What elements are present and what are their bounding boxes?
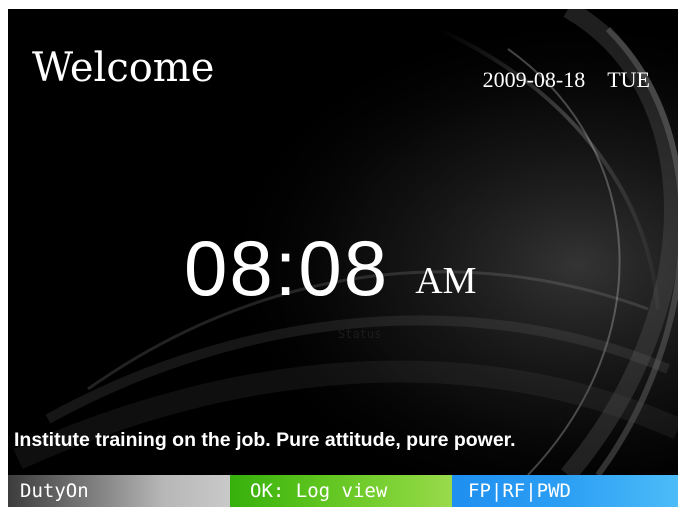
verify-mode-softkey[interactable]: FP|RF|PWD <box>452 475 678 507</box>
scrolling-message: Institute training on the job. Pure atti… <box>14 429 516 451</box>
date-display: 2009-08-18 TUE <box>483 67 650 93</box>
attendance-terminal-screen: Welcome 2009-08-18 TUE 08:08 AM Status Ins… <box>8 9 678 507</box>
clock-display: 08:08 AM <box>184 223 476 314</box>
date-value: 2009-08-18 <box>482 67 586 92</box>
softkey-bar: DutyOn OK: Log view FP|RF|PWD <box>8 475 678 507</box>
clock-meridiem: AM <box>415 260 477 302</box>
weekday-value: TUE <box>607 67 650 92</box>
status-label: Status <box>338 327 382 341</box>
log-view-softkey[interactable]: OK: Log view <box>230 475 452 507</box>
clock-time: 08:08 <box>184 224 390 312</box>
duty-on-softkey[interactable]: DutyOn <box>8 475 230 507</box>
welcome-title: Welcome <box>32 45 215 91</box>
